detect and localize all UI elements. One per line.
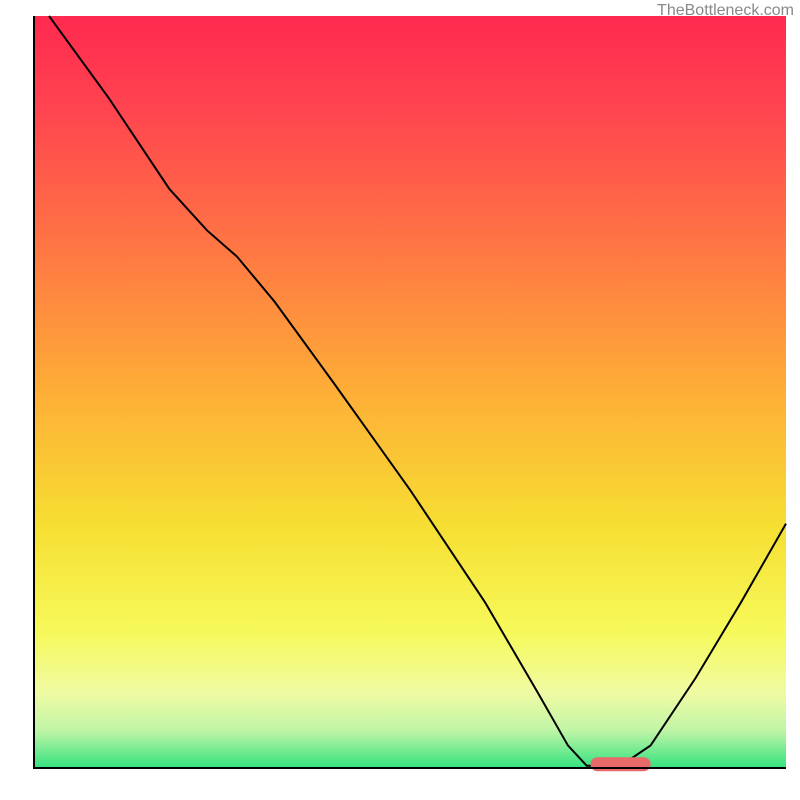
optimal-marker xyxy=(590,757,650,771)
watermark: TheBottleneck.com xyxy=(657,2,794,20)
gradient-bg xyxy=(34,16,786,768)
chart-svg xyxy=(14,14,788,788)
